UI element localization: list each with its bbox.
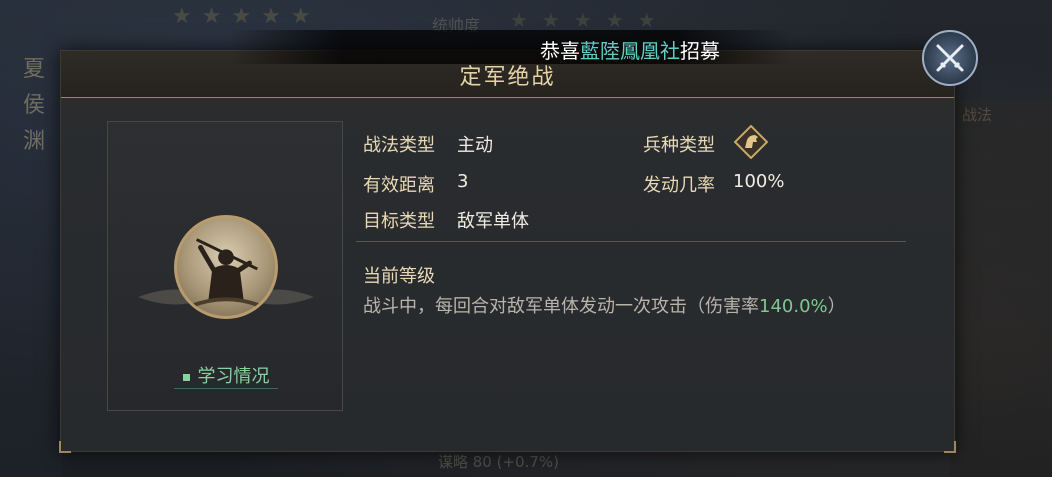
section-divider — [356, 241, 906, 242]
bullet-icon — [182, 373, 190, 381]
target-type-label: 目标类型 — [363, 211, 435, 232]
background-stars: ★★★★★ — [510, 8, 670, 32]
trigger-rate-label: 发动几率 — [643, 175, 715, 196]
description-suffix: ） — [827, 296, 846, 317]
general-name-vertical: 夏 侯 渊 — [18, 52, 50, 160]
rarity-stars: ★★★★★ — [172, 4, 321, 29]
cavalry-horse-icon — [734, 125, 768, 159]
ticker-message: 恭喜藍陸鳳凰社招募 — [540, 35, 720, 64]
general-name-char: 侯 — [22, 93, 45, 118]
background-right-label: 战法 — [962, 106, 993, 124]
trigger-rate-value: 100% — [733, 171, 785, 192]
target-type-value: 敌军单体 — [457, 211, 529, 232]
background-stat-text: 谋略 80 (+0.7%) — [438, 453, 560, 471]
close-button[interactable] — [922, 30, 978, 86]
ticker-player-name: 藍陸鳳凰社 — [580, 39, 680, 63]
range-value: 3 — [457, 171, 469, 192]
learn-status-link[interactable]: 学习情况 — [174, 362, 278, 389]
range-label: 有效距离 — [363, 175, 435, 196]
general-name-char: 夏 — [22, 57, 45, 82]
skill-type-label: 战法类型 — [363, 135, 435, 156]
warrior-silhouette-icon — [190, 238, 262, 309]
ticker-prefix: 恭喜 — [540, 39, 580, 63]
ticker-suffix: 招募 — [680, 39, 720, 63]
background-right-column — [950, 100, 1052, 477]
broadcast-ticker: 恭喜藍陸鳳凰社招募 — [230, 30, 790, 64]
learn-status-label: 学习情况 — [197, 366, 270, 387]
crossed-swords-icon — [936, 44, 964, 72]
skill-description: 战斗中，每回合对敌军单体发动一次攻击（伤害率140.0%） — [363, 292, 846, 318]
skill-type-value: 主动 — [457, 135, 493, 156]
general-name-char: 渊 — [22, 129, 45, 154]
game-screen: 夏 侯 渊 ★★★★★ 统帅度 ★★★★★ 战法 谋略 80 (+0.7%) 定… — [0, 0, 1052, 477]
skill-image-box: 学习情况 — [107, 121, 343, 411]
skill-emblem-icon — [174, 215, 278, 319]
description-text: 战斗中，每回合对敌军单体发动一次攻击（伤害率 — [363, 296, 759, 317]
corner-ornament — [59, 441, 71, 453]
troop-type-label: 兵种类型 — [643, 135, 715, 156]
damage-rate-value: 140.0% — [759, 296, 828, 317]
current-level-label: 当前等级 — [363, 266, 435, 287]
corner-ornament — [944, 441, 956, 453]
